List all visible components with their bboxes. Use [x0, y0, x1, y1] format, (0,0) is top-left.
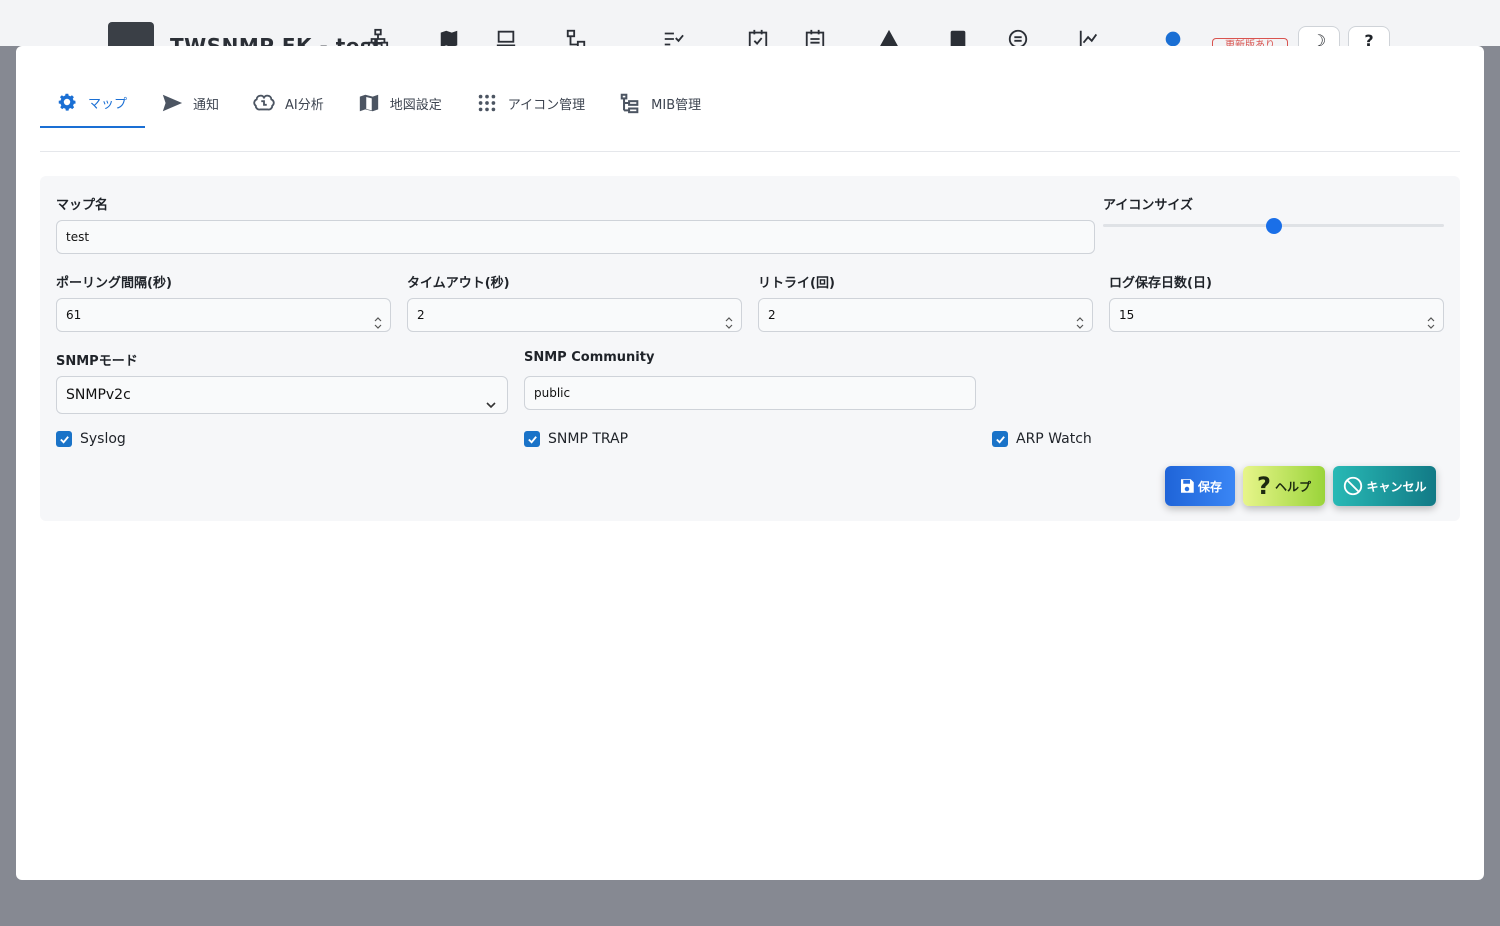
save-label: 保存	[1197, 479, 1222, 494]
tab-label: 通知	[193, 97, 220, 113]
tab-label: MIB管理	[651, 97, 702, 113]
snmp-mode-label: SNMPモード	[56, 354, 138, 369]
tab-label: 地図設定	[389, 97, 442, 113]
cancel-button[interactable]: キャンセル	[1333, 466, 1436, 506]
tab-label: マップ	[88, 96, 128, 112]
floppy-disk-icon	[1178, 477, 1196, 495]
gear-icon	[56, 91, 78, 113]
snmp-trap-checkbox[interactable]: SNMP TRAP	[524, 431, 628, 447]
snmp-mode-select[interactable]: SNMPv2c	[56, 376, 508, 414]
map-name-label: マップ名	[56, 198, 109, 213]
log-days-label: ログ保存日数(日)	[1109, 276, 1212, 291]
map-icon	[358, 92, 380, 114]
arp-watch-checkbox[interactable]: ARP Watch	[992, 431, 1092, 447]
tab-notify[interactable]: 通知	[145, 78, 237, 128]
tab-label: AI分析	[285, 97, 324, 113]
grid-icon	[476, 92, 498, 114]
snmp-trap-label: SNMP TRAP	[548, 431, 629, 447]
tab-map-settings[interactable]: 地図設定	[342, 78, 460, 128]
ban-icon	[1342, 475, 1364, 497]
help-button[interactable]: ? ヘルプ	[1243, 466, 1325, 506]
checkbox-checked-icon[interactable]	[524, 431, 540, 447]
spinner-icon[interactable]	[374, 309, 382, 329]
brain-icon	[253, 92, 275, 114]
diagram-icon[interactable]	[565, 28, 587, 49]
send-icon	[161, 92, 183, 114]
retry-label: リトライ(回)	[758, 276, 835, 291]
spinner-icon[interactable]	[1076, 309, 1084, 329]
question-icon: ?	[1257, 472, 1271, 500]
polling-interval-label: ポーリング間隔(秒)	[56, 276, 172, 291]
timeout-input[interactable]: 2	[407, 298, 742, 332]
map-settings-form: マップ名 test アイコンサイズ ポーリング間隔(秒) 61 タイムアウト(秒…	[40, 176, 1460, 521]
save-button[interactable]: 保存	[1165, 466, 1235, 506]
snmp-mode-value: SNMPv2c	[66, 387, 131, 403]
spinner-icon[interactable]	[725, 309, 733, 329]
polling-interval-input[interactable]: 61	[56, 298, 391, 332]
app-header-background: TWSNMP FK - test 更新版あり ☽ ?	[0, 0, 1500, 58]
warning-icon[interactable]	[878, 28, 900, 49]
help-top-button[interactable]: ?	[1348, 26, 1390, 46]
tab-ai-analysis[interactable]: AI分析	[237, 78, 342, 128]
clipboard-check-icon[interactable]	[947, 28, 969, 49]
network-icon[interactable]	[367, 28, 389, 49]
map-icon[interactable]	[438, 28, 460, 48]
snmp-community-input[interactable]: public	[524, 376, 976, 410]
chevron-down-icon	[485, 389, 497, 409]
tab-map[interactable]: マップ	[40, 78, 146, 128]
calendar-check-icon[interactable]	[747, 28, 769, 49]
syslog-label: Syslog	[80, 431, 126, 447]
map-name-input[interactable]: test	[56, 220, 1095, 254]
tree-icon	[619, 92, 641, 114]
icon-size-slider-thumb[interactable]	[1265, 218, 1282, 234]
theme-toggle-button[interactable]: ☽	[1298, 26, 1340, 46]
spinner-icon[interactable]	[1427, 309, 1435, 329]
retry-value: 2	[768, 308, 776, 322]
map-settings-dialog: マップ 通知 AI分析 地図設定 アイコン管理 MIB管理 マップ名 test …	[16, 46, 1484, 880]
tab-divider	[40, 151, 1460, 152]
log-days-value: 15	[1119, 308, 1135, 322]
settings-tabs: マップ 通知 AI分析 地図設定 アイコン管理 MIB管理	[40, 78, 719, 128]
timeout-label: タイムアウト(秒)	[407, 276, 510, 291]
arp-watch-label: ARP Watch	[1016, 431, 1092, 447]
gear-icon[interactable]	[1162, 28, 1184, 47]
retry-input[interactable]: 2	[758, 298, 1093, 332]
chart-line-icon[interactable]	[1078, 28, 1100, 49]
checkbox-checked-icon[interactable]	[992, 431, 1008, 447]
laptop-icon[interactable]	[495, 28, 517, 47]
tab-label: アイコン管理	[507, 97, 586, 113]
tab-icon-manage[interactable]: アイコン管理	[460, 78, 603, 128]
app-logo	[108, 22, 154, 46]
syslog-checkbox[interactable]: Syslog	[56, 431, 126, 447]
polling-interval-value: 61	[66, 308, 82, 322]
snmp-community-label: SNMP Community	[524, 350, 655, 365]
icon-size-label: アイコンサイズ	[1103, 198, 1193, 213]
timeout-value: 2	[417, 308, 425, 322]
cancel-label: キャンセル	[1366, 479, 1427, 494]
help-label: ヘルプ	[1274, 479, 1311, 494]
calendar-icon[interactable]	[804, 28, 826, 49]
checkbox-checked-icon[interactable]	[56, 431, 72, 447]
log-days-input[interactable]: 15	[1109, 298, 1444, 332]
checklist-icon[interactable]	[662, 28, 684, 46]
brain-icon[interactable]	[1007, 28, 1029, 49]
tab-mib-manage[interactable]: MIB管理	[603, 78, 719, 128]
